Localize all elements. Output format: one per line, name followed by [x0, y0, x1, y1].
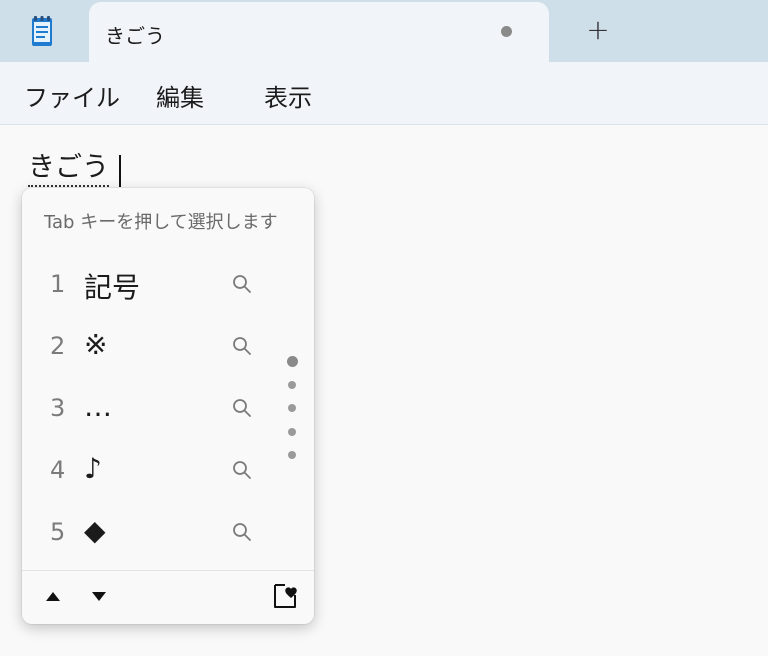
page-dot[interactable]: [288, 428, 296, 436]
triangle-down-icon[interactable]: [88, 585, 110, 607]
triangle-up-icon[interactable]: [42, 585, 64, 607]
search-icon[interactable]: [230, 520, 254, 544]
tab-title: きごう: [105, 24, 165, 48]
search-icon[interactable]: [230, 396, 254, 420]
notepad-icon[interactable]: [28, 14, 56, 48]
heart-bookmark-icon[interactable]: [270, 581, 300, 611]
page-dot[interactable]: [288, 404, 296, 412]
menu-view[interactable]: 表示: [264, 78, 312, 113]
menu-file[interactable]: ファイル: [24, 78, 120, 113]
candidate-number: 4: [50, 456, 66, 484]
candidate-number: 3: [50, 394, 66, 422]
candidate-text: ※: [84, 328, 108, 361]
unsaved-dot-icon[interactable]: [501, 26, 512, 37]
text-caret: [119, 155, 121, 187]
page-dot[interactable]: [288, 381, 296, 389]
menu-bar: ファイル 編集 表示: [0, 62, 768, 125]
new-tab-button[interactable]: +: [582, 14, 614, 46]
search-icon[interactable]: [230, 272, 254, 296]
candidate-text: 記号: [84, 271, 141, 304]
notepad-window: きごう + ファイル 編集 表示 きごう Tab キーを押して選択します 1 記…: [0, 0, 768, 656]
menu-edit[interactable]: 編集: [156, 78, 204, 113]
candidate-item[interactable]: 3 …: [22, 380, 282, 440]
candidate-item[interactable]: 4 ♪: [22, 442, 282, 502]
page-dot-active[interactable]: [287, 356, 298, 367]
candidate-text: ♪: [84, 452, 102, 485]
tab-bar: きごう +: [0, 0, 768, 62]
search-icon[interactable]: [230, 458, 254, 482]
page-indicator: [284, 356, 300, 466]
candidate-item[interactable]: 1 記号: [22, 256, 282, 316]
ime-composition-text: きごう: [28, 151, 109, 187]
ime-footer: [22, 570, 314, 625]
search-icon[interactable]: [230, 334, 254, 358]
tab-document[interactable]: きごう: [89, 2, 549, 62]
candidate-item[interactable]: 5 ◆: [22, 504, 282, 564]
candidate-item[interactable]: 2 ※: [22, 318, 282, 378]
candidate-text: …: [84, 390, 112, 423]
candidate-text: ◆: [84, 514, 106, 547]
candidate-number: 2: [50, 332, 66, 360]
page-dot[interactable]: [288, 451, 296, 459]
candidate-number: 5: [50, 518, 66, 546]
ime-hint: Tab キーを押して選択します: [44, 212, 278, 233]
ime-candidate-window: Tab キーを押して選択します 1 記号 2 ※ 3 … 4 ♪ 5 ◆: [22, 188, 314, 624]
candidate-number: 1: [50, 270, 66, 298]
